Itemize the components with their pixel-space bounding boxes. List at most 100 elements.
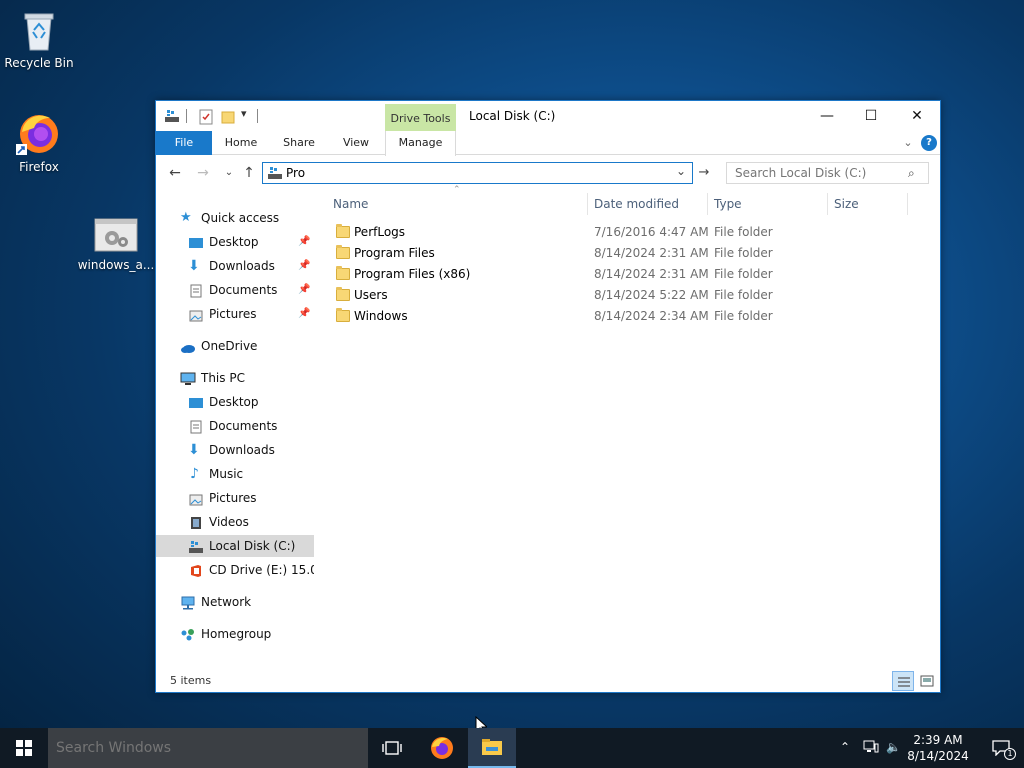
navigation-pane: ★ Quick access Desktop 📌 ⬇ Downloads 📌 D… [156,201,314,671]
file-row[interactable]: Windows 8/14/2024 2:34 AM File folder [326,306,939,327]
column-header-name[interactable]: Name [333,197,368,213]
address-bar[interactable]: ⌄ [262,162,693,184]
nav-quick-desktop[interactable]: Desktop 📌 [156,231,314,253]
tab-view[interactable]: View [330,131,382,155]
nav-label: CD Drive (E:) 15.0.45 [209,563,314,577]
action-center-button[interactable]: 1 [976,728,1024,768]
column-divider[interactable] [587,193,588,215]
tab-file[interactable]: File [156,131,212,155]
help-button[interactable]: ? [921,135,937,151]
qat-dropdown-icon[interactable]: ▾ [241,107,247,120]
drive-icon [164,109,180,126]
windows-logo-icon [16,740,32,759]
start-button[interactable] [0,728,48,768]
nav-pc-local-disk[interactable]: Local Disk (C:) [156,535,314,557]
file-row[interactable]: Users 8/14/2024 5:22 AM File folder [326,285,939,306]
new-folder-icon[interactable] [220,109,236,128]
nav-this-pc[interactable]: This PC [156,367,314,389]
maximize-icon: ☐ [864,108,878,124]
back-button[interactable]: ← [165,164,185,182]
folder-icon [336,308,350,322]
file-row[interactable]: Program Files 8/14/2024 2:31 AM File fol… [326,243,939,264]
nav-label: Downloads [209,259,275,273]
nav-label: Downloads [209,443,275,457]
nav-pc-documents[interactable]: Documents [156,415,314,437]
taskbar-file-explorer[interactable] [468,728,516,768]
address-dropdown-icon[interactable]: ⌄ [676,164,686,178]
file-row[interactable]: Program Files (x86) 8/14/2024 2:31 AM Fi… [326,264,939,285]
column-divider[interactable] [907,193,908,215]
forward-button[interactable]: → [193,164,213,182]
tab-manage[interactable]: Manage [385,131,456,156]
file-explorer-icon [481,738,503,759]
firefox-icon [430,736,454,763]
nav-pc-cd-drive[interactable]: CD Drive (E:) 15.0.45 [156,559,314,581]
item-count: 5 items [170,674,212,687]
ribbon-expand-button[interactable]: ⌄ [900,131,916,155]
network-icon [180,595,196,610]
qat-divider-2 [257,109,258,123]
details-view-icon [897,676,911,691]
chevron-down-icon: ⌄ [224,167,234,178]
tab-share[interactable]: Share [273,131,325,155]
recent-locations-button[interactable]: ⌄ [219,164,239,182]
column-header-type[interactable]: Type [714,197,742,213]
nav-homegroup[interactable]: Homegroup [156,623,314,645]
taskbar-clock[interactable]: 2:39 AM 8/14/2024 [904,732,972,764]
details-view-button[interactable] [892,671,914,691]
firefox-desktop-icon[interactable]: Firefox [0,110,81,174]
address-input[interactable] [286,165,666,181]
column-header-size[interactable]: Size [834,197,859,213]
drive-tools-context-label: Drive Tools [385,104,456,131]
nav-quick-downloads[interactable]: ⬇ Downloads 📌 [156,255,314,277]
nav-quick-access[interactable]: ★ Quick access [156,207,314,229]
nav-label: Quick access [201,211,280,225]
window-title: Local Disk (C:) [469,109,556,123]
network-tray-icon[interactable] [863,740,879,757]
up-button[interactable]: ↑ [239,164,259,182]
nav-pc-desktop[interactable]: Desktop [156,391,314,413]
nav-pc-pictures[interactable]: Pictures [156,487,314,509]
pin-icon: 📌 [298,260,311,271]
recycle-bin-icon [19,8,59,52]
search-icon: ⌕ [908,166,915,180]
windows-app-desktop-icon[interactable]: windows_a... [74,218,158,272]
pictures-icon [189,307,205,322]
taskbar-search[interactable] [48,728,368,768]
close-button[interactable]: ✕ [894,101,940,131]
folder-icon [336,245,350,259]
nav-pc-music[interactable]: ♪ Music [156,463,314,485]
pin-icon: 📌 [298,236,311,247]
recycle-bin-desktop-icon[interactable]: Recycle Bin [0,8,81,70]
nav-pc-videos[interactable]: Videos [156,511,314,533]
search-box[interactable]: ⌕ [726,162,929,184]
nav-label: Music [209,467,244,481]
file-name: Windows [354,309,408,323]
drive-icon [188,539,204,553]
search-input[interactable] [735,165,905,181]
tray-overflow-chevron-icon[interactable]: ⌃ [840,740,850,754]
maximize-button[interactable]: ☐ [848,101,894,131]
volume-icon[interactable]: 🔈 [886,740,901,754]
nav-onedrive[interactable]: OneDrive [156,335,314,357]
nav-network[interactable]: Network [156,591,314,613]
task-view-button[interactable] [368,728,416,768]
drive-icon [267,166,283,183]
taskbar-firefox[interactable] [418,728,466,768]
column-header-date[interactable]: Date modified [594,197,679,213]
nav-quick-pictures[interactable]: Pictures 📌 [156,303,314,325]
nav-pc-downloads[interactable]: ⬇ Downloads [156,439,314,461]
file-row[interactable]: PerfLogs 7/16/2016 4:47 AM File folder [326,222,939,243]
column-divider[interactable] [707,193,708,215]
large-icons-view-button[interactable] [916,671,938,691]
go-button[interactable]: → [694,162,714,184]
column-divider[interactable] [827,193,828,215]
properties-icon[interactable] [198,109,214,128]
nav-quick-documents[interactable]: Documents 📌 [156,279,314,301]
download-arrow-icon: ⬇ [188,258,200,274]
nav-label: Documents [209,283,278,297]
minimize-button[interactable]: — [804,101,850,131]
tab-home[interactable]: Home [215,131,267,155]
large-icons-view-icon [920,675,934,690]
taskbar-search-input[interactable] [56,739,356,757]
